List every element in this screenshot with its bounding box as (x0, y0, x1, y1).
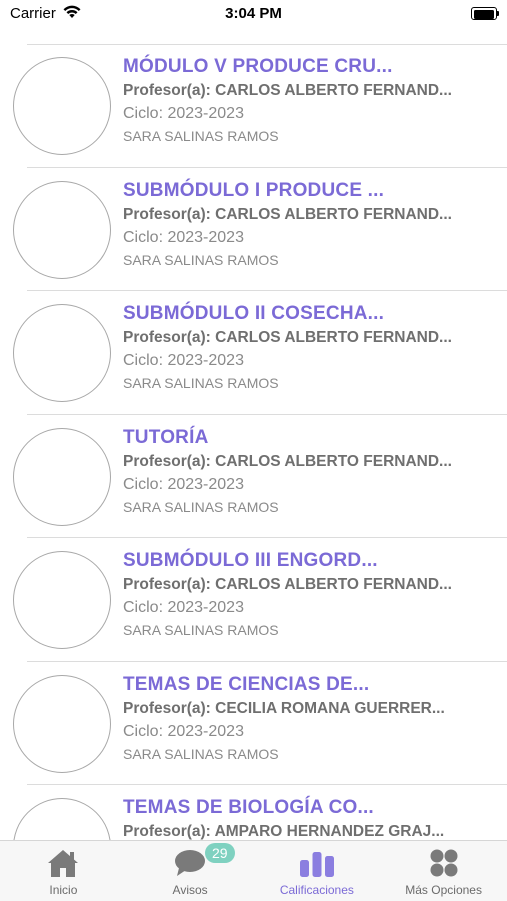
tab-inicio[interactable]: Inicio (0, 841, 127, 901)
course-title: TUTORÍA (123, 426, 209, 448)
course-avatar (13, 674, 111, 773)
course-row[interactable]: SUBMÓDULO II COSECHA... Profesor(a): CARL… (13, 291, 507, 415)
course-title: SUBMÓDULO III ENGORD... (123, 550, 378, 571)
course-teacher: Profesor(a): CARLOS ALBERTO FERNAND... (123, 452, 452, 470)
tab-avisos[interactable]: 29 Avisos (127, 841, 254, 901)
status-time: 3:04 PM (225, 5, 282, 22)
tab-label: Inicio (49, 883, 78, 897)
course-teacher: Profesor(a): CARLOS ALBERTO FERNAND... (123, 205, 452, 223)
course-teacher: Profesor(a): AMPARO HERNANDEZ GRAJ... (123, 823, 445, 840)
tab-label: Avisos (172, 883, 208, 897)
tab-mas-opciones[interactable]: Más Opciones (380, 841, 507, 901)
course-title: TEMAS DE BIOLOGÍA CO... (123, 797, 374, 818)
tab-label: Más Opciones (405, 883, 482, 897)
course-title: MÓDULO V PRODUCE CRU... (123, 56, 393, 77)
course-row[interactable]: SUBMÓDULO I PRODUCE ... Profesor(a): CARL… (13, 168, 507, 291)
course-avatar (13, 551, 111, 649)
course-cycle: Ciclo: 2023-2023 (123, 105, 244, 122)
tab-bar: Inicio 29 Avisos Calificaciones Más Opci… (0, 840, 507, 901)
course-student: SARA SALINAS RAMOS (123, 745, 279, 762)
course-student: SARA SALINAS RAMOS (123, 128, 279, 144)
course-cycle: Ciclo: 2023-2023 (123, 228, 244, 246)
course-cycle: Ciclo: 2023-2023 (123, 352, 244, 369)
tab-label: Calificaciones (279, 883, 354, 897)
course-row[interactable]: TUTORÍA Profesor(a): CARLOS ALBERTO FERNA… (13, 415, 507, 538)
course-avatar (13, 304, 111, 402)
course-cycle: Ciclo: 2023-2023 (123, 599, 244, 616)
course-title: SUBMÓDULO II COSECHA... (123, 303, 385, 324)
course-student: SARA SALINAS RAMOS (123, 498, 279, 515)
course-avatar (13, 427, 111, 526)
course-student: SARA SALINAS RAMOS (123, 375, 279, 391)
course-avatar (13, 180, 111, 279)
course-teacher: Profesor(a): CARLOS ALBERTO FERNAND... (123, 329, 452, 346)
course-row[interactable]: SUBMÓDULO III ENGORD... Profesor(a): CARL… (13, 538, 507, 662)
tab-calificaciones[interactable]: Calificaciones (254, 841, 381, 901)
course-teacher: Profesor(a): CARLOS ALBERTO FERNAND... (123, 576, 452, 593)
course-teacher: Profesor(a): CARLOS ALBERTO FERNAND... (123, 82, 452, 99)
status-bar: Carrier 3:04 PM (0, 0, 507, 30)
course-teacher: Profesor(a): CECILIA ROMANA GUERRER... (123, 699, 445, 717)
course-avatar (13, 57, 111, 155)
course-avatar (13, 798, 111, 840)
grid-icon (430, 849, 458, 877)
chat-bubble-icon (175, 850, 206, 876)
course-title: TEMAS DE CIENCIAS DE... (123, 673, 370, 695)
course-cycle: Ciclo: 2023-2023 (123, 722, 244, 740)
course-list[interactable]: MÓDULO V PRODUCE CRU... Profesor(a): CARL… (0, 44, 507, 840)
notification-badge: 29 (204, 843, 235, 863)
course-row[interactable]: MÓDULO V PRODUCE CRU... Profesor(a): CARL… (13, 44, 507, 168)
bar-chart-icon (299, 852, 334, 877)
course-cycle: Ciclo: 2023-2023 (123, 475, 244, 493)
course-row[interactable]: TEMAS DE CIENCIAS DE... Profesor(a): CECI… (13, 662, 507, 785)
course-row[interactable]: TEMAS DE BIOLOGÍA CO... Profesor(a): AMPA… (13, 785, 507, 840)
course-student: SARA SALINAS RAMOS (123, 251, 279, 268)
home-icon (48, 850, 79, 877)
course-title: SUBMÓDULO I PRODUCE ... (123, 179, 385, 201)
battery-icon (471, 7, 499, 20)
course-student: SARA SALINAS RAMOS (123, 622, 279, 638)
